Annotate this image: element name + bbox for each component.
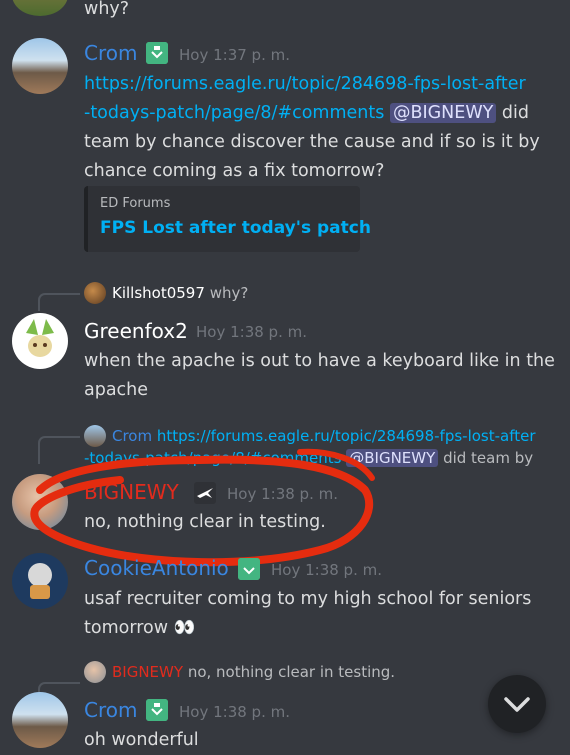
author-name[interactable]: Crom	[84, 698, 137, 722]
reply-text: no, nothing clear in testing.	[187, 663, 396, 681]
message-link[interactable]: -todays-patch/page/8/#comments	[84, 103, 384, 123]
message-text: why?	[84, 0, 130, 19]
green-shield-icon	[146, 42, 168, 64]
embed-title[interactable]: FPS Lost after today's patch	[100, 218, 371, 238]
embed-provider: ED Forums	[100, 196, 171, 211]
message-text: chance coming as a fix tomorrow?	[84, 161, 385, 181]
message-text: tomorrow	[84, 618, 169, 638]
author-name[interactable]: Greenfox2	[84, 319, 188, 343]
message-text: apache	[84, 380, 149, 400]
avatar[interactable]	[12, 38, 68, 94]
avatar[interactable]	[12, 553, 68, 609]
message-line: -todays-patch/page/8/#comments @BIGNEWY …	[84, 99, 529, 128]
reply-author[interactable]: Killshot0597	[112, 284, 205, 302]
chevron-down-icon	[504, 697, 530, 712]
reply-preview[interactable]: Killshot0597 why?	[112, 283, 248, 303]
reply-avatar[interactable]	[84, 661, 106, 683]
author-name[interactable]: Crom	[84, 41, 137, 65]
reply-text: why?	[209, 284, 249, 302]
reply-avatar[interactable]	[84, 282, 106, 304]
avatar[interactable]	[12, 313, 68, 369]
user-mention[interactable]: @BIGNEWY	[389, 103, 497, 123]
timestamp: Hoy 1:37 p. m.	[179, 46, 290, 64]
jump-to-bottom-button[interactable]	[488, 675, 546, 733]
message-text: usaf recruiter coming to my high school …	[84, 589, 532, 609]
reply-preview[interactable]: BIGNEWY no, nothing clear in testing.	[112, 662, 395, 682]
timestamp: Hoy 1:38 p. m.	[179, 703, 290, 721]
message-text: did	[501, 103, 529, 123]
avatar[interactable]	[12, 0, 68, 16]
message-link[interactable]: https://forums.eagle.ru/topic/284698-fps…	[84, 70, 526, 99]
reply-author[interactable]: BIGNEWY	[112, 663, 183, 681]
avatar[interactable]	[12, 692, 68, 748]
timestamp: Hoy 1:38 p. m.	[196, 323, 307, 341]
author-name[interactable]: CookieAntonio	[84, 556, 229, 580]
link-embed[interactable]: ED Forums FPS Lost after today's patch	[84, 186, 371, 252]
green-shield-icon	[146, 699, 168, 721]
message-line: tomorrow 👀	[84, 614, 195, 643]
green-shield-icon	[238, 558, 260, 580]
eyes-emoji: 👀	[173, 618, 196, 638]
message-text: oh wonderful	[84, 730, 199, 750]
timestamp: Hoy 1:38 p. m.	[271, 561, 382, 579]
message-text: when the apache is out to have a keyboar…	[84, 351, 555, 371]
message-text: team by chance discover the cause and if…	[84, 132, 540, 152]
reply-connector	[38, 293, 80, 311]
